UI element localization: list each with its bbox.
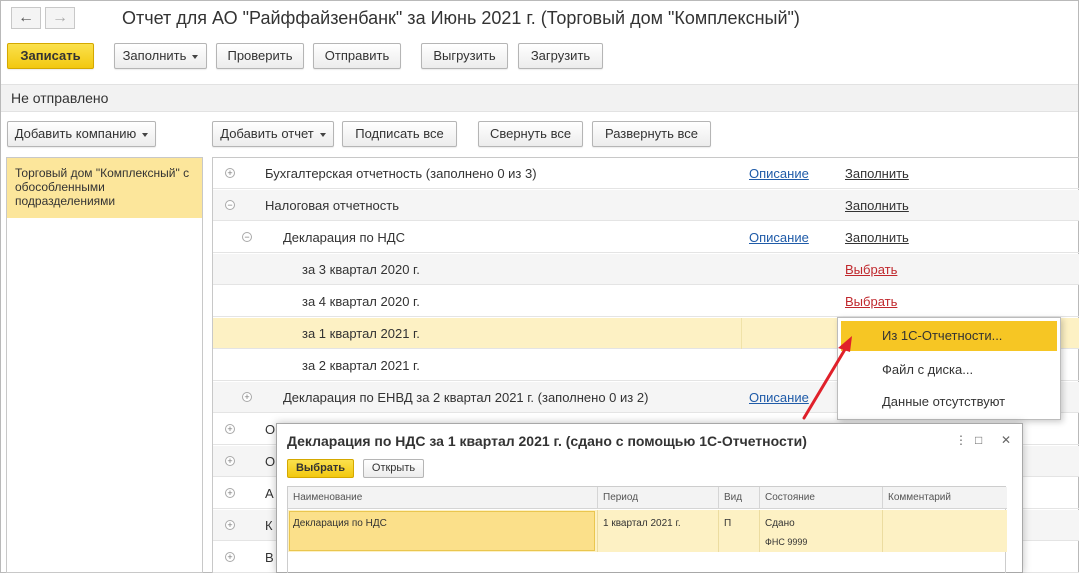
maximize-icon[interactable]: □ bbox=[975, 433, 982, 447]
column-divider bbox=[882, 510, 883, 552]
dialog-open-button[interactable]: Открыть bbox=[363, 459, 424, 478]
column-header-state[interactable]: Состояние bbox=[760, 487, 882, 509]
close-icon[interactable]: ✕ bbox=[1001, 433, 1011, 447]
cell-kind: П bbox=[724, 518, 732, 529]
more-icon[interactable]: ⋮ bbox=[955, 433, 967, 447]
column-divider bbox=[597, 510, 598, 552]
cell-period: 1 квартал 2021 г. bbox=[603, 518, 681, 529]
dialog-title: Декларация по НДС за 1 квартал 2021 г. (… bbox=[287, 433, 807, 449]
column-header-period[interactable]: Период bbox=[598, 487, 718, 509]
cell-state-authority: ФНС 9999 bbox=[765, 537, 808, 547]
column-divider bbox=[718, 510, 719, 552]
dialog-select-button[interactable]: Выбрать bbox=[287, 459, 354, 478]
reports-table: Наименование Период Вид Состояние Коммен… bbox=[287, 486, 1007, 573]
column-header-kind[interactable]: Вид bbox=[719, 487, 759, 509]
column-header-comment[interactable]: Комментарий bbox=[883, 487, 1007, 509]
current-cell bbox=[289, 511, 595, 551]
column-header-name[interactable]: Наименование bbox=[288, 487, 597, 509]
column-divider bbox=[759, 510, 760, 552]
table-row[interactable]: Декларация по НДС 1 квартал 2021 г. П Сд… bbox=[288, 510, 1007, 552]
declaration-dialog: Декларация по НДС за 1 квартал 2021 г. (… bbox=[276, 423, 1023, 573]
cell-state: Сдано bbox=[765, 518, 795, 529]
cell-name: Декларация по НДС bbox=[293, 518, 387, 529]
